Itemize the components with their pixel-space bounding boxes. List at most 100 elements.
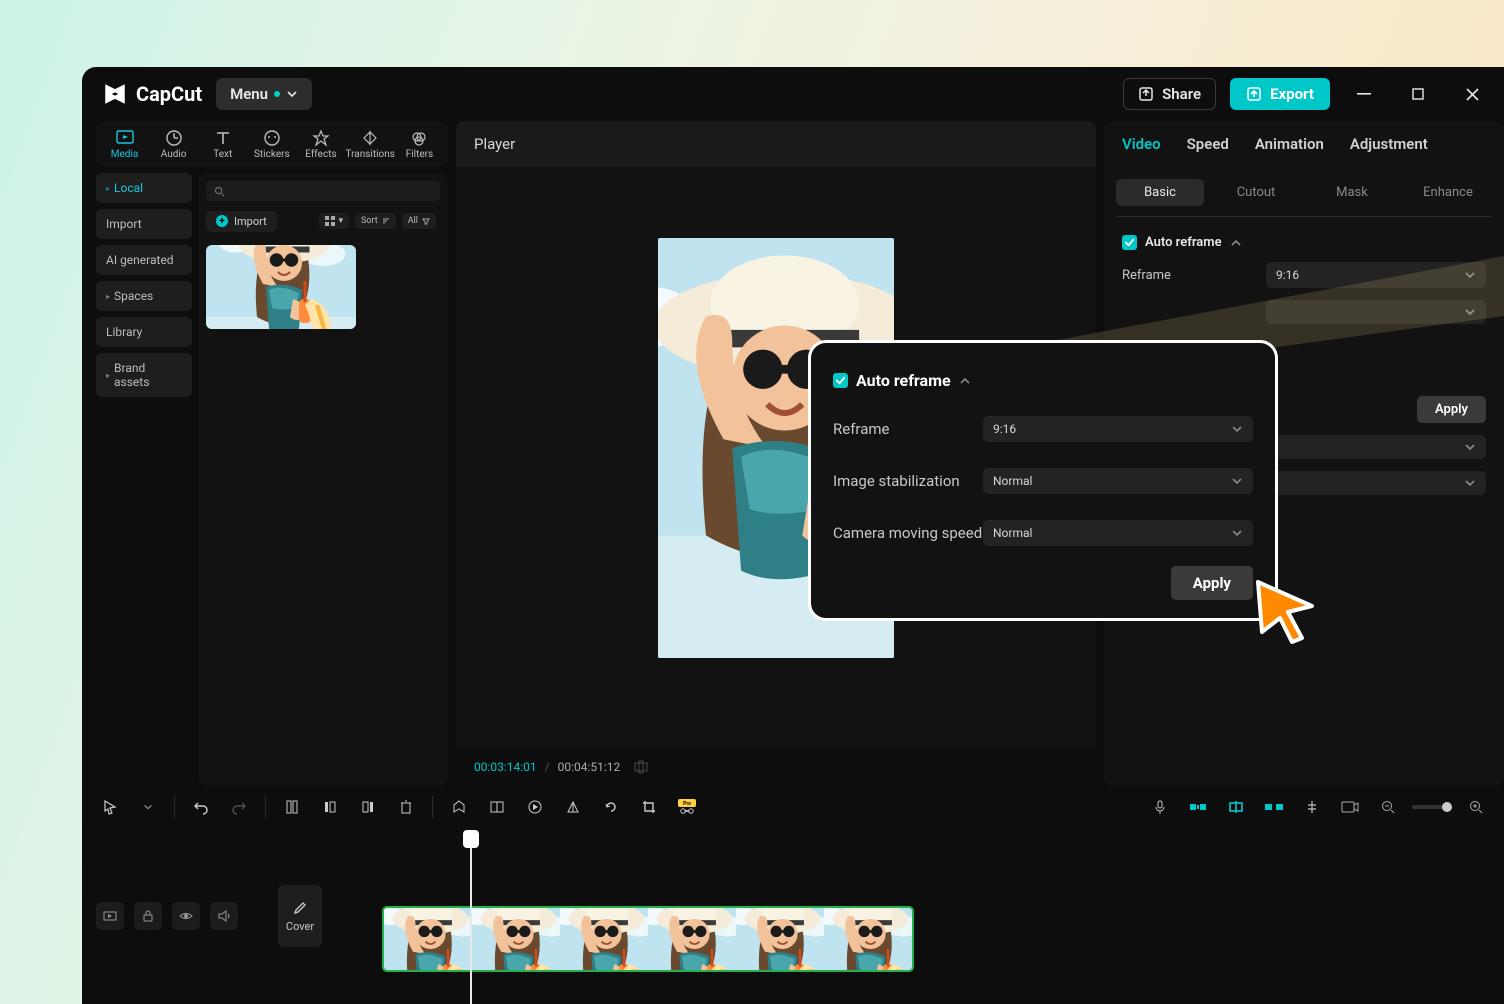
- all-label: All: [408, 216, 418, 226]
- import-button[interactable]: +Import: [206, 211, 277, 232]
- callout-auto-reframe-row[interactable]: Auto reframe: [833, 365, 1253, 396]
- side-item-local[interactable]: ▸Local: [96, 173, 192, 203]
- auto-reframe-checkbox-row[interactable]: Auto reframe: [1122, 229, 1486, 256]
- timeline-body[interactable]: Cover: [82, 828, 1504, 1004]
- timeline-toolbar: Pro: [82, 786, 1504, 828]
- filter-all-button[interactable]: All: [402, 213, 436, 229]
- selection-tool[interactable]: [96, 793, 124, 821]
- trim-right-button[interactable]: [354, 793, 382, 821]
- media-search-input[interactable]: [206, 181, 440, 201]
- tab-transitions[interactable]: Transitions: [345, 129, 394, 160]
- side-item-library[interactable]: Library: [96, 317, 192, 347]
- delete-button[interactable]: [392, 793, 420, 821]
- auto-reframe-checkbox[interactable]: [1122, 235, 1137, 250]
- zoom-slider[interactable]: [1412, 805, 1452, 809]
- tab-stickers[interactable]: Stickers: [247, 129, 296, 160]
- window-close-button[interactable]: [1452, 74, 1492, 114]
- playhead[interactable]: [470, 832, 472, 1004]
- subtab-mask[interactable]: Mask: [1308, 179, 1396, 206]
- video-clip[interactable]: [382, 906, 914, 972]
- media-thumbnail[interactable]: [206, 245, 356, 329]
- marker-button[interactable]: [445, 793, 473, 821]
- undo-button[interactable]: [187, 793, 215, 821]
- snap-3[interactable]: [1260, 793, 1288, 821]
- selection-tool-dropdown[interactable]: [134, 793, 162, 821]
- crop-button[interactable]: [635, 793, 663, 821]
- window-minimize-button[interactable]: [1344, 74, 1384, 114]
- inspector-tab-animation[interactable]: Animation: [1255, 135, 1324, 153]
- zoom-out-button[interactable]: [1374, 793, 1402, 821]
- track-lock-icon[interactable]: [134, 902, 162, 930]
- side-item-local-label: Local: [114, 181, 143, 195]
- side-item-ai[interactable]: AI generated: [96, 245, 192, 275]
- track-mute-icon[interactable]: [210, 902, 238, 930]
- redo-button[interactable]: [225, 793, 253, 821]
- smart-cut-button[interactable]: Pro: [673, 793, 701, 821]
- titlebar: CapCut Menu Share Export: [82, 67, 1504, 121]
- group-button[interactable]: [483, 793, 511, 821]
- rotate-button[interactable]: [597, 793, 625, 821]
- mirror-button[interactable]: [559, 793, 587, 821]
- tab-audio[interactable]: Audio: [149, 129, 198, 160]
- callout-reframe-select[interactable]: 9:16: [983, 416, 1253, 442]
- sort-button[interactable]: Sort: [355, 213, 396, 229]
- mic-button[interactable]: [1146, 793, 1174, 821]
- share-button[interactable]: Share: [1123, 78, 1216, 110]
- callout-reframe-label: Reframe: [833, 420, 889, 438]
- trim-left-button[interactable]: [316, 793, 344, 821]
- view-grid-button[interactable]: ▾: [319, 213, 350, 229]
- side-item-spaces[interactable]: ▸Spaces: [96, 281, 192, 311]
- split-button[interactable]: [278, 793, 306, 821]
- reframe-select[interactable]: 9:16: [1266, 262, 1486, 288]
- tab-effects-label: Effects: [305, 149, 336, 160]
- preview-button[interactable]: [1336, 793, 1364, 821]
- reframe-select-2[interactable]: [1266, 300, 1486, 324]
- tab-text[interactable]: Text: [198, 129, 247, 160]
- subtab-enhance[interactable]: Enhance: [1404, 179, 1492, 206]
- side-item-brand-label: Brand assets: [114, 361, 182, 389]
- export-button[interactable]: Export: [1230, 78, 1330, 110]
- track-visible-icon[interactable]: [172, 902, 200, 930]
- auto-reframe-callout: Auto reframe Reframe 9:16 Image stabiliz…: [808, 340, 1278, 621]
- cover-button[interactable]: Cover: [278, 885, 322, 947]
- share-icon: [1138, 86, 1154, 102]
- menu-button[interactable]: Menu: [216, 78, 312, 110]
- select-extra-1[interactable]: [1266, 435, 1486, 459]
- aspect-icon[interactable]: [634, 760, 648, 774]
- snap-1[interactable]: [1184, 793, 1212, 821]
- callout-camspeed-value: Normal: [993, 526, 1032, 540]
- inspector-tab-video[interactable]: Video: [1122, 135, 1161, 153]
- svg-text:Pro: Pro: [683, 801, 691, 807]
- track-video-icon[interactable]: [96, 902, 124, 930]
- subtab-cutout[interactable]: Cutout: [1212, 179, 1300, 206]
- speed-button[interactable]: [521, 793, 549, 821]
- collapse-icon: [959, 375, 971, 387]
- chevron-down-icon: [1231, 475, 1243, 487]
- align-button[interactable]: [1298, 793, 1326, 821]
- side-item-import[interactable]: Import: [96, 209, 192, 239]
- cursor-pointer-icon: [1252, 576, 1324, 648]
- inspector-tab-speed[interactable]: Speed: [1187, 135, 1229, 153]
- side-item-brand[interactable]: ▸Brand assets: [96, 353, 192, 397]
- callout-camspeed-label: Camera moving speed: [833, 524, 982, 542]
- callout-stabilization-select[interactable]: Normal: [983, 468, 1253, 494]
- zoom-in-button[interactable]: [1462, 793, 1490, 821]
- callout-auto-reframe-checkbox[interactable]: [833, 373, 848, 388]
- window-maximize-button[interactable]: [1398, 74, 1438, 114]
- apply-button[interactable]: Apply: [1417, 396, 1486, 423]
- callout-apply-button[interactable]: Apply: [1171, 566, 1253, 600]
- inspector-subtabs: Basic Cutout Mask Enhance: [1104, 167, 1504, 212]
- inspector-tab-adjustment[interactable]: Adjustment: [1350, 135, 1428, 153]
- snap-2[interactable]: [1222, 793, 1250, 821]
- tab-effects[interactable]: Effects: [296, 129, 345, 160]
- app-name: CapCut: [136, 82, 202, 106]
- select-extra-2[interactable]: [1266, 471, 1486, 495]
- plus-icon: +: [216, 215, 228, 227]
- timeline-panel: Pro Cover: [82, 786, 1504, 1004]
- subtab-basic[interactable]: Basic: [1116, 179, 1204, 206]
- menu-label: Menu: [230, 85, 268, 103]
- side-item-ai-label: AI generated: [106, 253, 174, 267]
- tab-filters[interactable]: Filters: [395, 129, 444, 160]
- callout-camspeed-select[interactable]: Normal: [983, 520, 1253, 546]
- tab-media[interactable]: Media: [100, 129, 149, 160]
